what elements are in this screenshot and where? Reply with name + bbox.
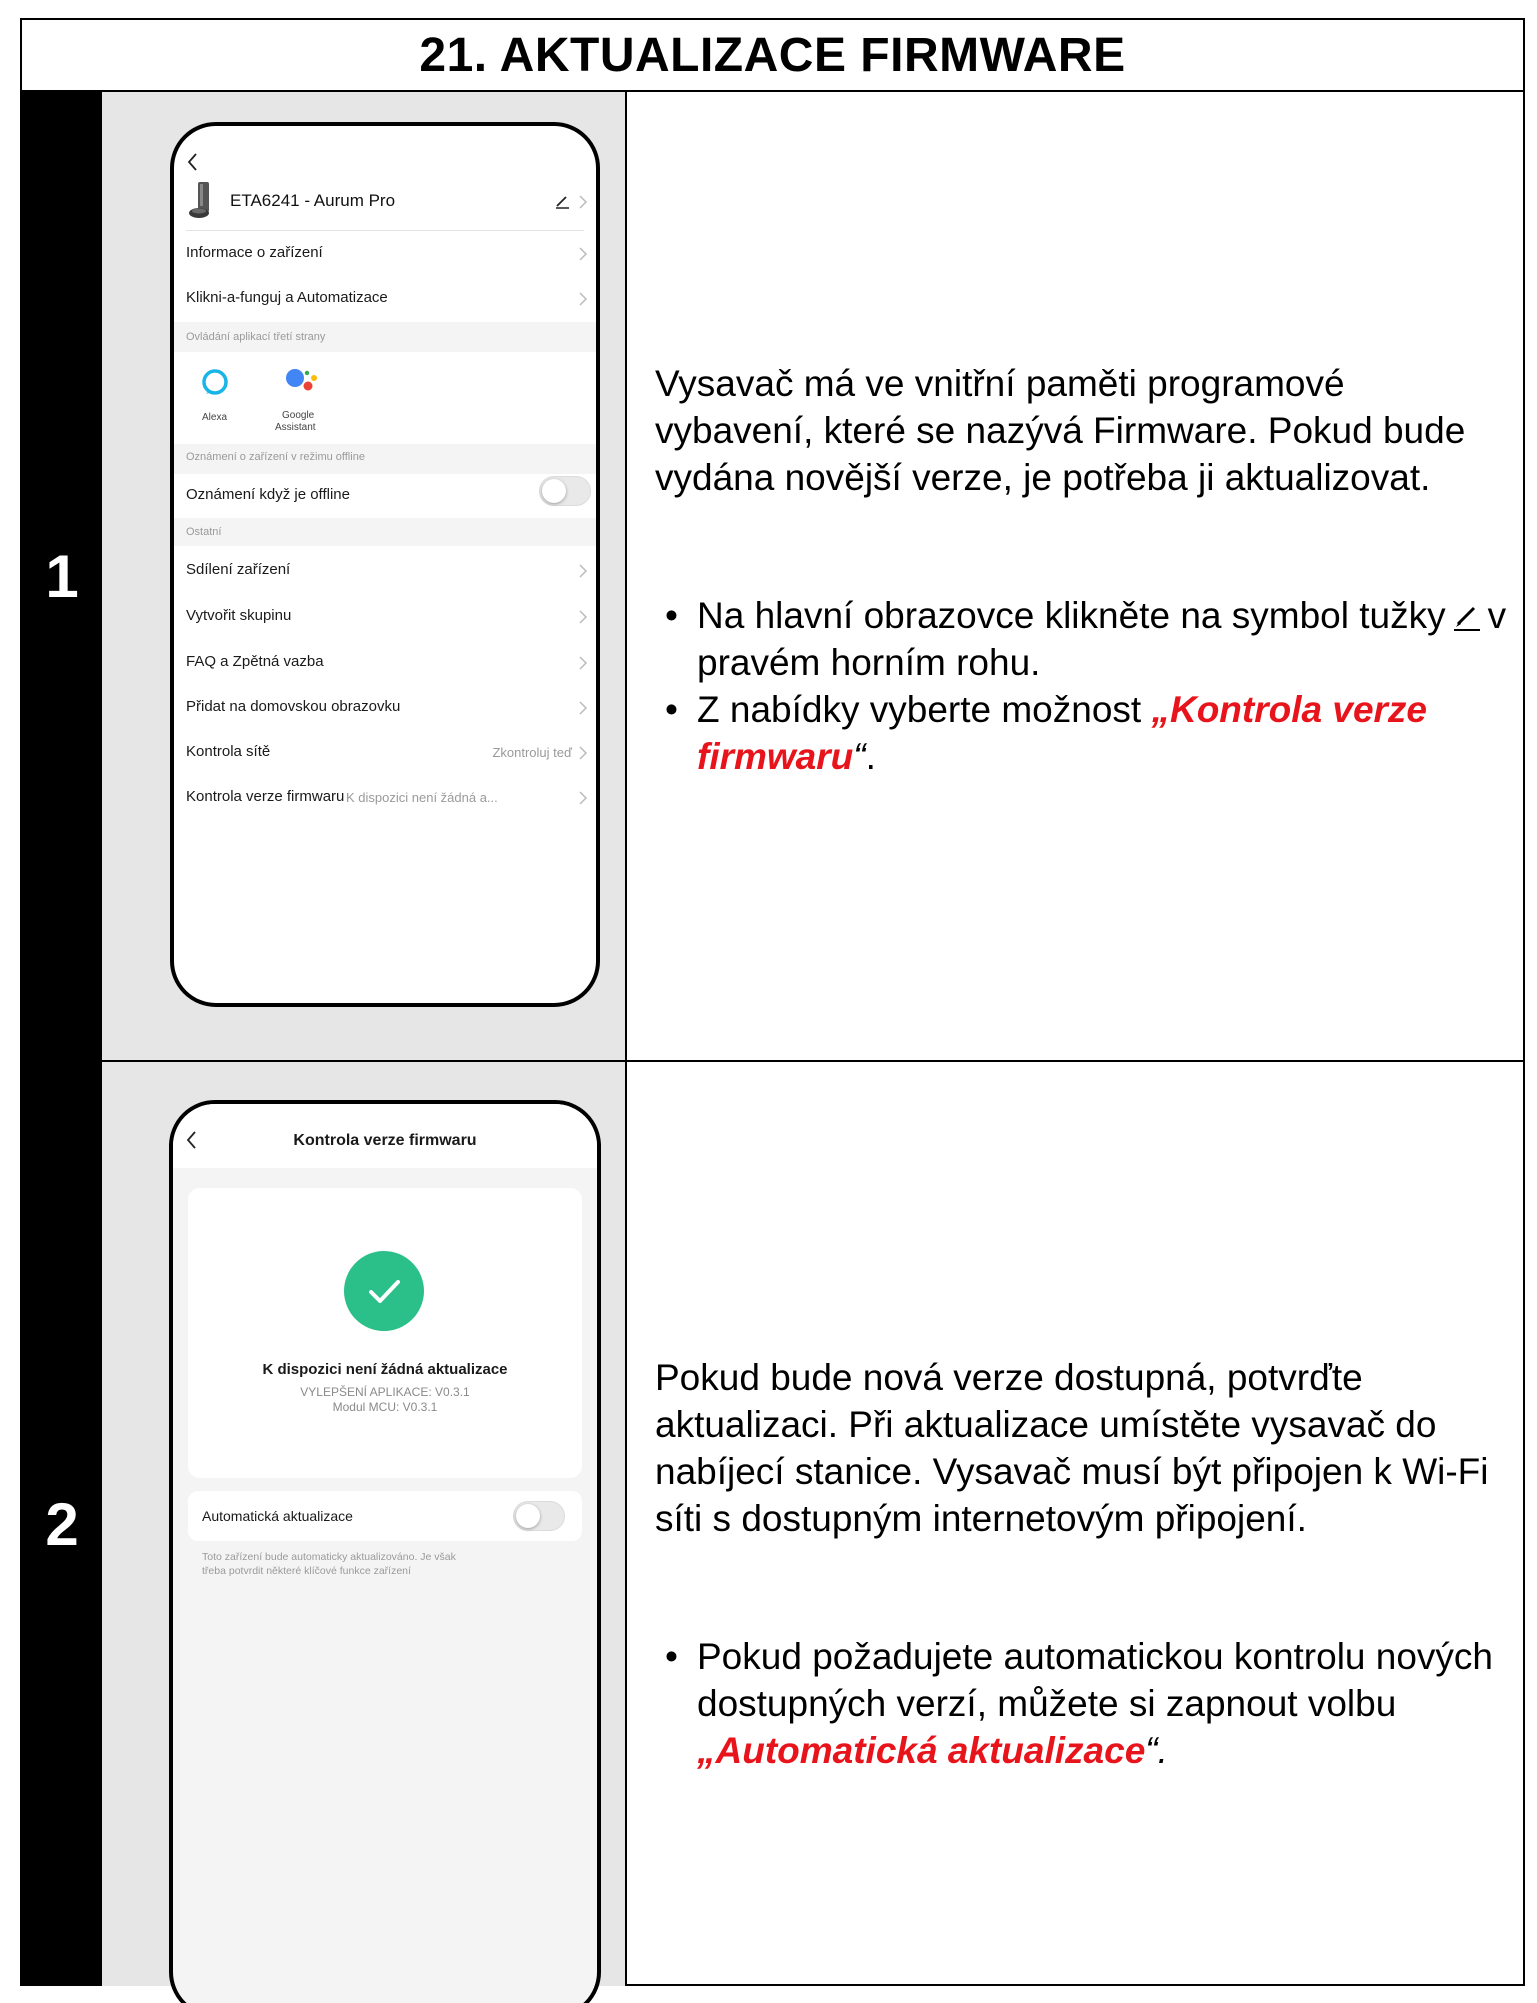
mcu-version: Modul MCU: V0.3.1 bbox=[332, 1400, 438, 1414]
section-header-third-party: Ovládání aplikací třetí strany bbox=[186, 331, 326, 343]
bullet-text: Z nabídky vyberte možnost bbox=[697, 689, 1152, 730]
close-quote: “ bbox=[853, 736, 866, 777]
bullet-end: . bbox=[865, 736, 876, 777]
chevron-right-icon bbox=[579, 746, 588, 760]
google-assistant-icon[interactable] bbox=[284, 366, 320, 396]
chevron-right-icon bbox=[579, 791, 588, 805]
step-1-description: Vysavač má ve vnitřní paměti programové … bbox=[627, 92, 1523, 1060]
step-2-row: 2 Kontrola verze firmwaru K dispozici ne… bbox=[22, 1062, 1523, 2003]
step-1-bullets: Na hlavní obrazovce klikněte na symbol t… bbox=[655, 592, 1513, 780]
bullet-text: Na hlavní obrazovce klikněte na symbol t… bbox=[697, 595, 1446, 636]
highlight-auto-update: Automatická aktualizace bbox=[715, 1730, 1146, 1771]
phone-settings-screen: ETA6241 - Aurum Pro Informace o zařízení… bbox=[170, 122, 600, 1007]
open-quote: „ bbox=[697, 1730, 716, 1771]
google-label: Google bbox=[282, 410, 315, 421]
offline-notify-toggle[interactable] bbox=[539, 476, 591, 506]
open-quote: „ bbox=[1151, 689, 1170, 730]
step-number: 1 bbox=[22, 92, 102, 1060]
pencil-icon[interactable] bbox=[554, 192, 572, 210]
chevron-right-icon bbox=[579, 610, 588, 624]
chevron-right-icon bbox=[579, 292, 588, 306]
robot-vacuum-icon bbox=[189, 182, 209, 218]
step-2-paragraph: Pokud bude nová verze dostupná, potvrďte… bbox=[655, 1357, 1489, 1539]
status-text: K dispozici není žádná aktualizace bbox=[262, 1361, 508, 1378]
chevron-right-icon bbox=[579, 656, 588, 670]
menu-item-device-info[interactable]: Informace o zařízení bbox=[186, 244, 323, 261]
chevron-right-icon bbox=[579, 701, 588, 715]
bullet-text: Pokud požadujete automatickou kontrolu n… bbox=[697, 1636, 1494, 1724]
chevron-right-icon bbox=[579, 564, 588, 578]
auto-update-toggle[interactable] bbox=[513, 1501, 565, 1531]
step-2-bullets: Pokud požadujete automatickou kontrolu n… bbox=[655, 1633, 1513, 1774]
menu-item-home-screen[interactable]: Přidat na domovskou obrazovku bbox=[186, 698, 400, 715]
divider bbox=[186, 230, 584, 231]
menu-item-share[interactable]: Sdílení zařízení bbox=[186, 561, 290, 578]
step-2-screenshot: Kontrola verze firmwaru K dispozici není… bbox=[102, 1062, 627, 2003]
status-card bbox=[188, 1188, 582, 1478]
app-version: VYLEPŠENÍ APLIKACE: V0.3.1 bbox=[300, 1385, 470, 1399]
page-title: 21. AKTUALIZACE FIRMWARE bbox=[22, 20, 1523, 92]
auto-update-note-2: třeba potvrdit některé klíčové funkce za… bbox=[202, 1565, 411, 1577]
instruction-sheet: 21. AKTUALIZACE FIRMWARE 1 ETA6241 - Aur… bbox=[20, 18, 1525, 2003]
section-header-other: Ostatní bbox=[186, 526, 222, 538]
chevron-right-icon bbox=[579, 195, 588, 209]
step-1-screenshot: ETA6241 - Aurum Pro Informace o zařízení… bbox=[102, 92, 627, 1060]
firmware-check-value: K dispozici není žádná a... bbox=[346, 790, 498, 805]
step-1-paragraph: Vysavač má ve vnitřní paměti programové … bbox=[655, 363, 1466, 498]
menu-item-firmware-check[interactable]: Kontrola verze firmwaru bbox=[186, 788, 344, 805]
step-2-description: Pokud bude nová verze dostupná, potvrďte… bbox=[627, 1062, 1523, 1986]
chevron-right-icon bbox=[579, 247, 588, 261]
device-name: ETA6241 - Aurum Pro bbox=[230, 191, 396, 210]
auto-update-label: Automatická aktualizace bbox=[202, 1508, 353, 1524]
menu-item-automation[interactable]: Klikni-a-funguj a Automatizace bbox=[186, 289, 388, 306]
section-band bbox=[174, 518, 596, 546]
assistant-label: Assistant bbox=[275, 422, 316, 433]
step-1-bullet-2: Z nabídky vyberte možnost „Kontrola verz… bbox=[655, 686, 1513, 780]
menu-item-faq[interactable]: FAQ a Zpětná vazba bbox=[186, 653, 324, 670]
network-check-value: Zkontroluj teď bbox=[492, 745, 572, 760]
step-2-bullet-1: Pokud požadujete automatickou kontrolu n… bbox=[655, 1633, 1513, 1774]
step-1-row: 1 ETA6241 - Aurum Pro Informace o zaříze… bbox=[22, 92, 1523, 1062]
screen-title: Kontrola verze firmwaru bbox=[293, 1132, 477, 1149]
step-1-bullet-1: Na hlavní obrazovce klikněte na symbol t… bbox=[655, 592, 1513, 686]
alexa-icon[interactable] bbox=[201, 368, 229, 396]
check-circle-icon bbox=[344, 1251, 424, 1331]
section-header-offline: Oznámení o zařízení v režimu offline bbox=[186, 451, 365, 463]
menu-item-network-check[interactable]: Kontrola sítě bbox=[186, 743, 270, 760]
back-icon[interactable] bbox=[186, 152, 200, 172]
phone-firmware-screen: Kontrola verze firmwaru K dispozici není… bbox=[169, 1100, 601, 2003]
auto-update-note-1: Toto zařízení bude automaticky aktualizo… bbox=[202, 1551, 456, 1563]
step-number: 2 bbox=[22, 1062, 102, 1986]
close-quote: “. bbox=[1145, 1730, 1168, 1771]
menu-item-group[interactable]: Vytvořit skupinu bbox=[186, 607, 291, 624]
alexa-label: Alexa bbox=[202, 412, 228, 423]
pencil-icon bbox=[1453, 606, 1480, 631]
offline-notify-label: Oznámení když je offline bbox=[186, 486, 350, 503]
